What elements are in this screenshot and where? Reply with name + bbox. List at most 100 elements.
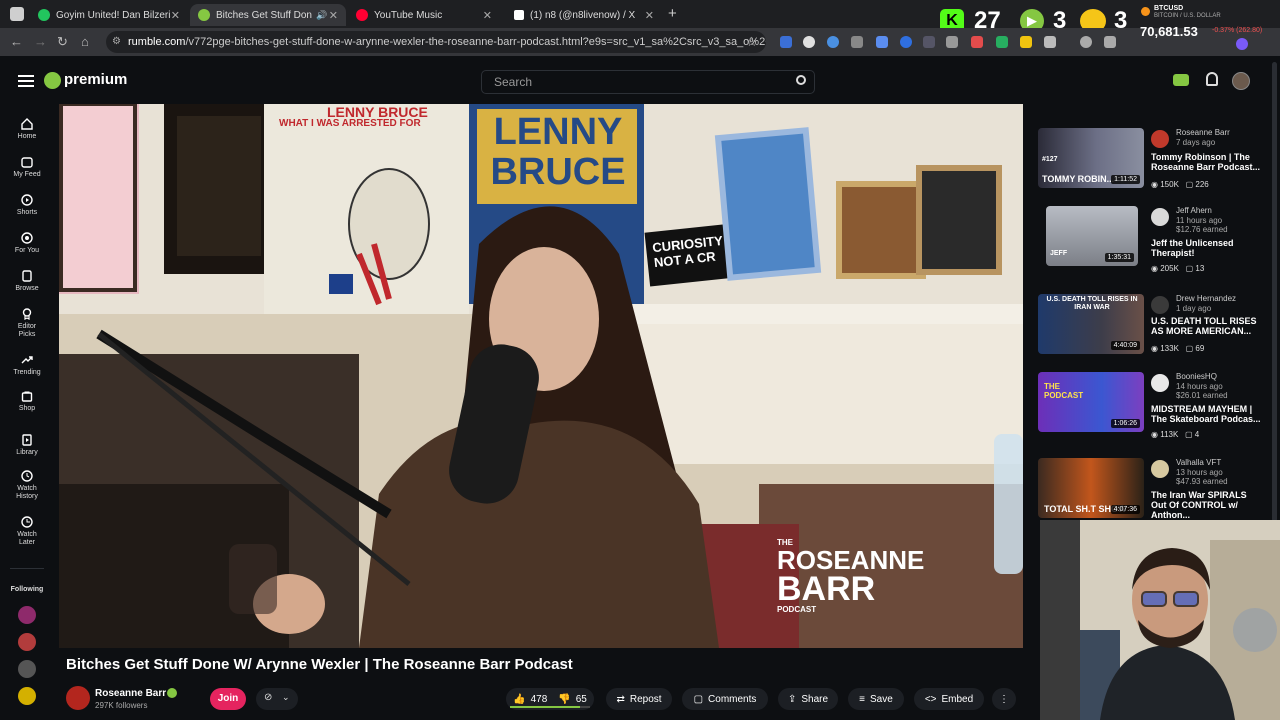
forward-icon[interactable]: →: [34, 34, 47, 49]
video-thumbnail[interactable]: U.S. DEATH TOLL RISES IN IRAN WAR 4:40:0…: [1038, 294, 1144, 354]
browser-tab[interactable]: Goyim United! Dan Bilzerian, Kr ✕: [30, 4, 188, 26]
related-video-item[interactable]: #127 TOMMY ROBIN... 1:11:52 Roseanne Bar…: [1032, 124, 1268, 189]
new-tab-button[interactable]: +: [668, 5, 677, 22]
followed-channel-avatar[interactable]: [18, 687, 36, 705]
followed-channel-avatar[interactable]: [18, 606, 36, 624]
save-button[interactable]: ≡ Save: [848, 688, 904, 710]
related-video-item[interactable]: JEFF 1:35:31 Jeff Ahern 11 hours ago $12…: [1032, 202, 1268, 273]
upload-age: 11 hours ago $12.76 earned: [1176, 216, 1228, 234]
video-thumbnail[interactable]: JEFF 1:35:31: [1046, 206, 1138, 266]
sidebar-item-editor-picks[interactable]: Editor Picks: [0, 308, 54, 339]
page-scrollbar[interactable]: [1272, 62, 1277, 522]
library-icon: [22, 434, 32, 446]
share-button[interactable]: ⇪ Share: [778, 688, 838, 710]
sidebar-item-my-feed[interactable]: My Feed: [0, 156, 54, 179]
home-icon[interactable]: ⌂: [81, 34, 89, 49]
channel-avatar[interactable]: [66, 686, 90, 710]
embed-button[interactable]: <> Embed: [914, 688, 984, 710]
browser-profile-icon[interactable]: [10, 7, 24, 21]
premium-logo[interactable]: premium: [64, 71, 127, 88]
tab-audio-icon[interactable]: 🔊: [316, 10, 327, 21]
menu-icon[interactable]: [18, 72, 34, 90]
extension-icon[interactable]: [780, 36, 792, 48]
browser-tab-active[interactable]: Bitches Get Stuff Done W/ 🔊 ✕: [190, 4, 346, 26]
channel-avatar[interactable]: [1151, 460, 1169, 478]
video-title[interactable]: U.S. DEATH TOLL RISES AS MORE AMERICAN..…: [1151, 316, 1263, 336]
sidebar-item-browse[interactable]: Browse: [0, 270, 54, 293]
channel-name[interactable]: Valhalla VFT: [1176, 458, 1221, 467]
video-thumbnail[interactable]: THE PODCAST 1:06:26: [1038, 372, 1144, 432]
extension-icon[interactable]: [996, 36, 1008, 48]
related-video-item[interactable]: U.S. DEATH TOLL RISES IN IRAN WAR 4:40:0…: [1032, 290, 1268, 354]
channel-name[interactable]: Roseanne Barr: [1176, 128, 1230, 137]
extension-icon[interactable]: [1104, 36, 1116, 48]
channel-avatar[interactable]: [1151, 208, 1169, 226]
extension-icon[interactable]: [971, 36, 983, 48]
channel-avatar[interactable]: [1151, 374, 1169, 392]
site-info-icon[interactable]: ⚙: [112, 31, 121, 53]
extensions-puzzle-icon[interactable]: [1044, 36, 1056, 48]
video-title[interactable]: Jeff the Unlicensed Therapist!: [1151, 238, 1263, 258]
channel-name[interactable]: Jeff Ahern: [1176, 206, 1212, 215]
channel-name[interactable]: Drew Hernandez: [1176, 294, 1236, 303]
bookmark-star-icon[interactable]: ☆: [746, 34, 758, 50]
notifications-toggle[interactable]: ⊘ ⌄: [256, 688, 298, 710]
join-button[interactable]: Join: [210, 688, 246, 710]
extension-icon[interactable]: [1020, 36, 1032, 48]
channel-name[interactable]: BooniesHQ: [1176, 372, 1217, 381]
related-video-item[interactable]: TOTAL SH.T SHOW 4:07:36 Valhalla VFT 13 …: [1032, 454, 1268, 520]
video-player[interactable]: WHAT I WAS ARRESTED FOR LENNY BRUCE LENN…: [59, 104, 1023, 648]
comments-button[interactable]: ▢ Comments: [682, 688, 768, 710]
sidebar-item-shorts[interactable]: Shorts: [0, 194, 54, 217]
extension-icon[interactable]: [900, 36, 912, 48]
channel-avatar[interactable]: [1151, 296, 1169, 314]
thumbs-down-icon[interactable]: 👎: [558, 694, 570, 705]
video-stats: ◉ 113K ▢ 4: [1151, 430, 1199, 439]
repost-button[interactable]: ⇄ Repost: [606, 688, 672, 710]
more-options-button[interactable]: ⋮: [992, 688, 1016, 710]
dislike-count: 65: [575, 693, 587, 705]
video-title[interactable]: MIDSTREAM MAYHEM | The Skateboard Podcas…: [1151, 404, 1263, 424]
close-tab-icon[interactable]: ✕: [329, 9, 338, 22]
sidebar-item-library[interactable]: Library: [0, 434, 54, 457]
browser-tab[interactable]: YouTube Music ✕: [348, 4, 500, 26]
video-thumbnail[interactable]: TOTAL SH.T SHOW 4:07:36: [1038, 458, 1144, 518]
video-thumbnail[interactable]: #127 TOMMY ROBIN... 1:11:52: [1038, 128, 1144, 188]
video-title[interactable]: The Iran War SPIRALS Out Of CONTROL w/ A…: [1151, 490, 1263, 520]
close-tab-icon[interactable]: ✕: [645, 9, 654, 22]
sidebar-item-shop[interactable]: Shop: [0, 390, 54, 413]
profile-avatar-icon[interactable]: [1236, 38, 1248, 50]
followed-channel-avatar[interactable]: [18, 633, 36, 651]
notifications-bell-icon[interactable]: [1206, 72, 1218, 86]
extension-icon[interactable]: [827, 36, 839, 48]
sidebar-item-home[interactable]: Home: [0, 118, 54, 141]
editor-picks-icon: [22, 308, 32, 320]
thumbs-up-icon[interactable]: 👍: [513, 694, 525, 705]
followed-channel-avatar[interactable]: [18, 660, 36, 678]
sidebar-item-trending[interactable]: Trending: [0, 354, 54, 377]
address-bar[interactable]: ⚙ rumble.com/v772pge-bitches-get-stuff-d…: [106, 31, 766, 53]
browser-tab[interactable]: (1) n8 (@n8livenow) / X ✕: [506, 4, 662, 26]
close-tab-icon[interactable]: ✕: [171, 9, 180, 22]
close-tab-icon[interactable]: ✕: [483, 9, 492, 22]
upload-video-icon[interactable]: [1173, 74, 1189, 86]
channel-name[interactable]: Roseanne Barr: [95, 688, 166, 699]
extension-icon[interactable]: [851, 36, 863, 48]
search-input[interactable]: Search: [481, 70, 815, 94]
user-avatar[interactable]: [1232, 72, 1250, 90]
extension-icon[interactable]: [946, 36, 958, 48]
search-icon[interactable]: [796, 75, 806, 85]
history-icon[interactable]: [1080, 36, 1092, 48]
video-title[interactable]: Tommy Robinson | The Roseanne Barr Podca…: [1151, 152, 1263, 172]
back-icon[interactable]: ←: [10, 34, 23, 49]
sidebar-item-watch-history[interactable]: Watch History: [0, 470, 54, 501]
channel-avatar[interactable]: [1151, 130, 1169, 148]
sidebar-item-for-you[interactable]: For You: [0, 232, 54, 255]
rumble-logo-icon[interactable]: [44, 72, 61, 89]
extension-icon[interactable]: [876, 36, 888, 48]
sidebar-item-watch-later[interactable]: Watch Later: [0, 516, 54, 547]
extension-icon[interactable]: [923, 36, 935, 48]
extension-icon[interactable]: [803, 36, 815, 48]
related-video-item[interactable]: THE PODCAST 1:06:26 BooniesHQ 14 hours a…: [1032, 368, 1268, 439]
reload-icon[interactable]: ↻: [57, 34, 68, 50]
